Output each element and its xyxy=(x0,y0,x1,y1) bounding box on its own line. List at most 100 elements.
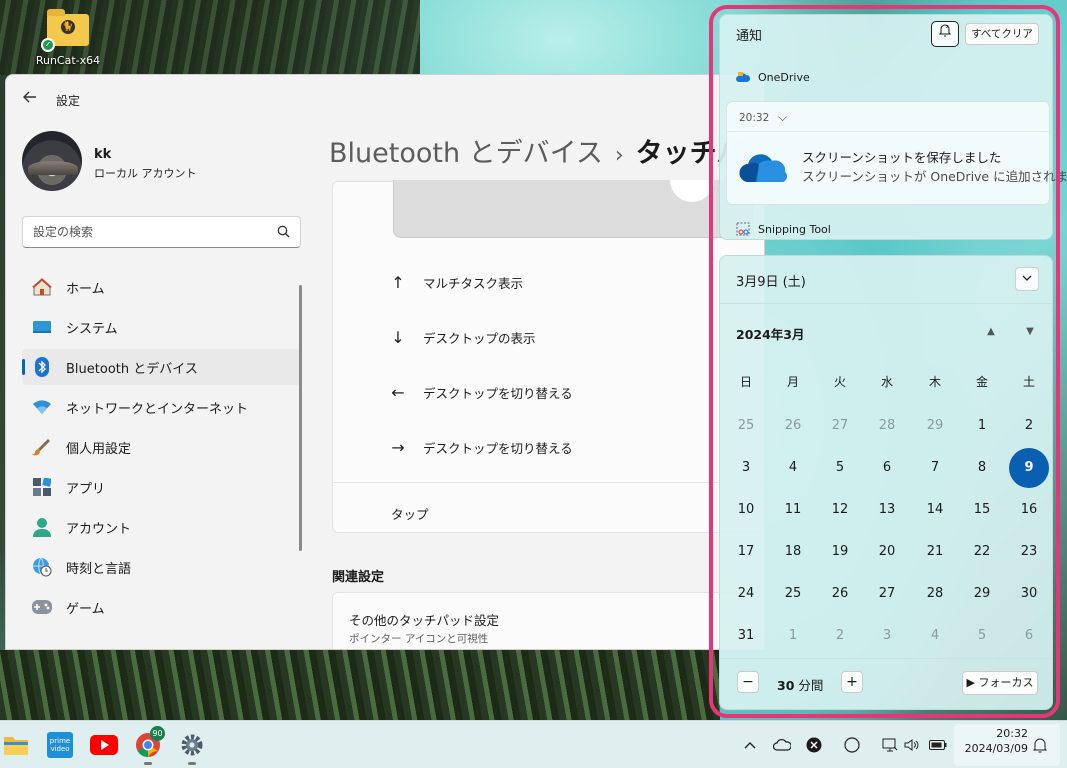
taskbar-clock[interactable]: 20:32 2024/03/09 xyxy=(958,727,1028,755)
day-number: 18 xyxy=(784,544,802,559)
calendar-day[interactable]: 6 xyxy=(866,448,908,488)
calendar-day[interactable]: 4 xyxy=(772,448,814,488)
calendar-day[interactable]: 18 xyxy=(772,532,814,572)
calendar-day[interactable]: 6 xyxy=(1008,616,1050,656)
calendar-day[interactable]: 11 xyxy=(772,490,814,530)
sidebar-item-accounts[interactable]: アカウント xyxy=(22,509,300,545)
sidebar-item-network[interactable]: ネットワークとインターネット xyxy=(22,389,300,425)
decrease-focus-time-button[interactable]: − xyxy=(737,671,759,693)
calendar-day[interactable]: 21 xyxy=(914,532,956,572)
calendar-day[interactable]: 1 xyxy=(772,616,814,656)
calendar-day[interactable]: 4 xyxy=(914,616,956,656)
calendar-day[interactable]: 28 xyxy=(866,406,908,446)
wifi-icon xyxy=(32,397,52,417)
do-not-disturb-button[interactable]: z xyxy=(931,21,959,47)
notification-group-onedrive[interactable]: OneDrive xyxy=(736,68,810,86)
taskbar-chrome[interactable]: 90 xyxy=(132,726,165,765)
notification-group-snipping-tool[interactable]: Snipping Tool xyxy=(736,220,831,238)
sidebar-item-apps[interactable]: アプリ xyxy=(22,469,300,505)
calendar-day[interactable]: 3 xyxy=(725,448,767,488)
calendar-day[interactable]: 20 xyxy=(866,532,908,572)
calendar-day[interactable]: 25 xyxy=(772,574,814,614)
calendar-day[interactable]: 10 xyxy=(725,490,767,530)
tray-network[interactable] xyxy=(880,735,900,755)
calendar-day[interactable]: 7 xyxy=(914,448,956,488)
calendar-day[interactable]: 16 xyxy=(1008,490,1050,530)
system-icon xyxy=(32,317,52,337)
calendar-day[interactable]: 12 xyxy=(819,490,861,530)
calendar-day[interactable]: 2 xyxy=(1008,406,1050,446)
taskbar-file-explorer[interactable] xyxy=(0,729,32,761)
calendar-day[interactable]: 25 xyxy=(725,406,767,446)
tray-app-x[interactable] xyxy=(804,735,824,755)
increase-focus-time-button[interactable]: + xyxy=(841,671,863,693)
previous-month-button[interactable]: ▲ xyxy=(982,326,1000,340)
calendar-day[interactable]: 30 xyxy=(1008,574,1050,614)
show-hidden-icons-button[interactable] xyxy=(740,735,760,755)
tray-volume[interactable] xyxy=(902,735,922,755)
tap-section-header[interactable]: タップ xyxy=(391,504,429,523)
sidebar-item-home[interactable]: ホーム xyxy=(22,269,300,305)
search-icon[interactable] xyxy=(277,225,290,238)
sidebar-item-personalization[interactable]: 個人用設定 xyxy=(22,429,300,465)
taskbar-youtube[interactable] xyxy=(88,729,120,761)
search-input[interactable] xyxy=(23,217,271,247)
sidebar-item-time-language[interactable]: 時刻と言語 xyxy=(22,549,300,585)
shortcut-label: RunCat-x64 xyxy=(35,54,101,67)
tray-onedrive[interactable] xyxy=(772,735,792,755)
calendar-day[interactable]: 3 xyxy=(866,616,908,656)
calendar-month-title[interactable]: 2024年3月 xyxy=(736,324,805,343)
clear-all-button[interactable]: すべてクリア xyxy=(965,23,1039,45)
tray-runcat[interactable] xyxy=(842,735,862,755)
calendar-day[interactable]: 26 xyxy=(819,574,861,614)
breadcrumb-parent[interactable]: Bluetooth とデバイス xyxy=(329,138,603,169)
calendar-day[interactable]: 28 xyxy=(914,574,956,614)
calendar-day[interactable]: 19 xyxy=(819,532,861,572)
calendar-day[interactable]: 24 xyxy=(725,574,767,614)
start-focus-button[interactable]: ▶ フォーカス xyxy=(962,671,1038,695)
calendar-day[interactable]: 27 xyxy=(866,574,908,614)
calendar-day[interactable]: 13 xyxy=(866,490,908,530)
tray-battery[interactable] xyxy=(928,735,948,755)
arrow-left-icon: ← xyxy=(391,382,405,402)
calendar-day[interactable]: 2 xyxy=(819,616,861,656)
collapse-calendar-button[interactable] xyxy=(1015,267,1039,291)
chevron-down-icon[interactable]: ⌵ xyxy=(778,110,787,125)
calendar-day[interactable]: 1 xyxy=(961,406,1003,446)
toast-screenshot-saved[interactable]: 20:32 ⌵ スクリーンショットを保存しました スクリーンショットが OneD… xyxy=(726,101,1067,205)
calendar-day[interactable]: 29 xyxy=(961,574,1003,614)
calendar-day[interactable]: 15 xyxy=(961,490,1003,530)
taskbar-settings[interactable] xyxy=(176,729,208,765)
calendar-day[interactable]: 5 xyxy=(961,616,1003,656)
calendar-day[interactable]: 23 xyxy=(1008,532,1050,572)
weekday-header: 水 xyxy=(880,375,893,389)
sidebar-item-bluetooth-devices[interactable]: Bluetooth とデバイス xyxy=(22,349,300,385)
search-box[interactable] xyxy=(22,216,301,248)
calendar-day[interactable]: 26 xyxy=(772,406,814,446)
day-number: 26 xyxy=(784,418,802,433)
notification-bell-button[interactable] xyxy=(1030,735,1050,755)
link-subtitle: ポインター アイコンと可視性 xyxy=(349,633,489,645)
calendar-day[interactable]: 17 xyxy=(725,532,767,572)
back-button[interactable] xyxy=(20,89,40,109)
sidebar-item-system[interactable]: システム xyxy=(22,309,300,345)
next-month-button[interactable]: ▼ xyxy=(1021,326,1039,340)
more-touchpad-settings-link[interactable]: その他のタッチパッド設定 ポインター アイコンと可視性 xyxy=(332,592,764,649)
calendar-day[interactable]: 5 xyxy=(819,448,861,488)
desktop-shortcut-runcat[interactable]: 🐈 ✓ RunCat-x64 xyxy=(30,8,106,67)
calendar-day[interactable]: 22 xyxy=(961,532,1003,572)
apps-icon xyxy=(32,477,52,497)
day-number: 2 xyxy=(1024,418,1034,433)
close-circle-icon xyxy=(806,737,822,753)
svg-text:prime: prime xyxy=(50,737,70,745)
sidebar-item-gaming[interactable]: ゲーム xyxy=(22,589,300,625)
prime-video-icon: primevideo xyxy=(47,732,73,758)
calendar-day[interactable]: 31 xyxy=(725,616,767,656)
taskbar-prime-video[interactable]: prime video xyxy=(44,729,76,761)
calendar-day[interactable]: 14 xyxy=(914,490,956,530)
calendar-day[interactable]: 29 xyxy=(914,406,956,446)
calendar-day-selected[interactable]: 9 xyxy=(1008,448,1050,488)
calendar-day[interactable]: 27 xyxy=(819,406,861,446)
sidebar-scrollbar[interactable] xyxy=(299,285,302,551)
calendar-day[interactable]: 8 xyxy=(961,448,1003,488)
